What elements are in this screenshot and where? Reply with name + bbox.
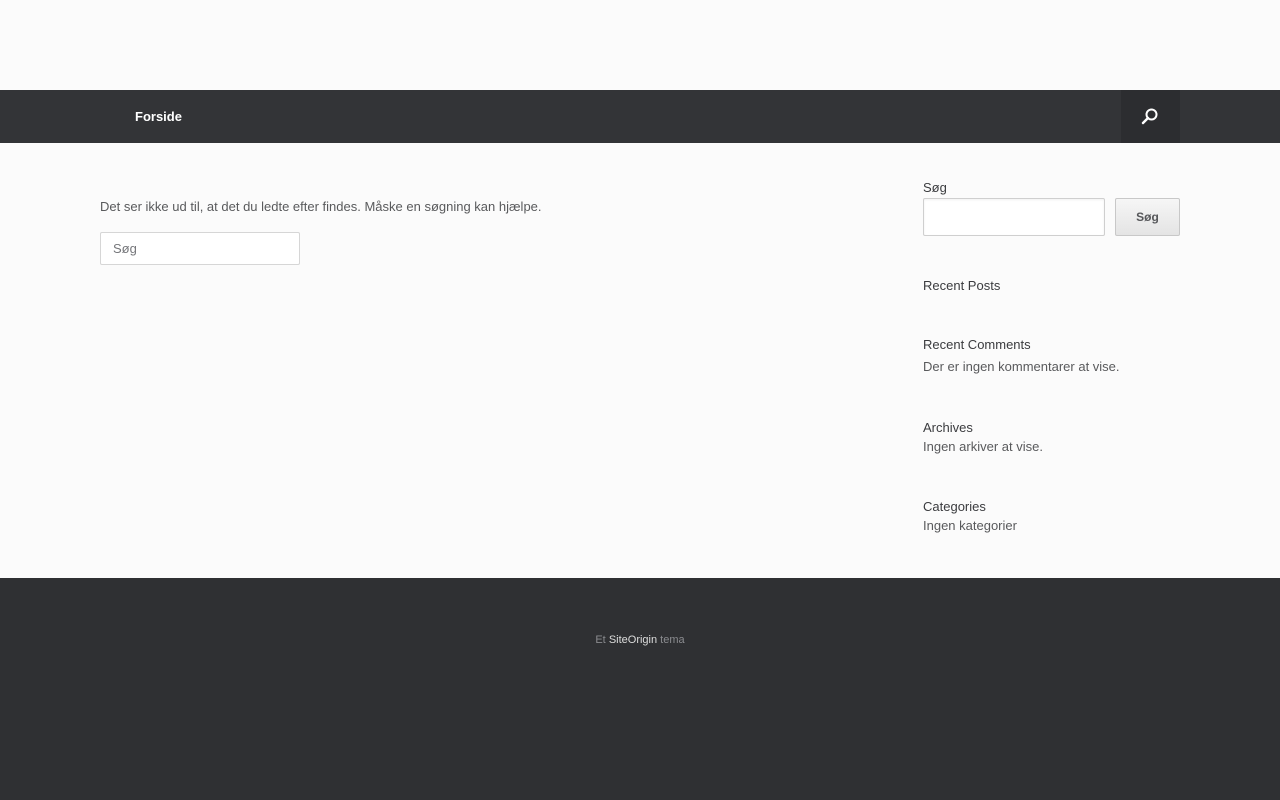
footer-credit-prefix: Et (595, 634, 606, 646)
not-found-message: Det ser ikke ud til, at det du ledte eft… (100, 199, 542, 214)
nav-item-forside[interactable]: Forside (135, 90, 182, 143)
categories-text: Ingen kategorier (923, 518, 1017, 533)
content-area: Det ser ikke ud til, at det du ledte eft… (0, 143, 1280, 578)
page: Forside Det ser ikke ud til, at det du l… (0, 0, 1280, 800)
search-icon (1141, 108, 1158, 125)
footer-credit: Et SiteOrigin tema (0, 634, 1280, 646)
search-widget-title: Søg (923, 180, 947, 195)
main-search-input[interactable] (100, 232, 300, 265)
nav-search-button[interactable] (1121, 90, 1180, 143)
sidebar-search-button[interactable]: Søg (1115, 198, 1180, 236)
footer-credit-suffix: tema (660, 634, 685, 646)
main-navigation: Forside (0, 90, 1280, 143)
sidebar-search-input[interactable] (923, 198, 1105, 236)
archives-text: Ingen arkiver at vise. (923, 439, 1043, 454)
recent-comments-title: Recent Comments (923, 337, 1031, 352)
archives-title: Archives (923, 420, 973, 435)
footer: Et SiteOrigin tema (0, 578, 1280, 800)
categories-title: Categories (923, 499, 986, 514)
siteorigin-link[interactable]: SiteOrigin (609, 634, 657, 646)
recent-posts-title: Recent Posts (923, 278, 1001, 293)
masthead (0, 0, 1280, 90)
recent-comments-text: Der er ingen kommentarer at vise. (923, 359, 1120, 374)
